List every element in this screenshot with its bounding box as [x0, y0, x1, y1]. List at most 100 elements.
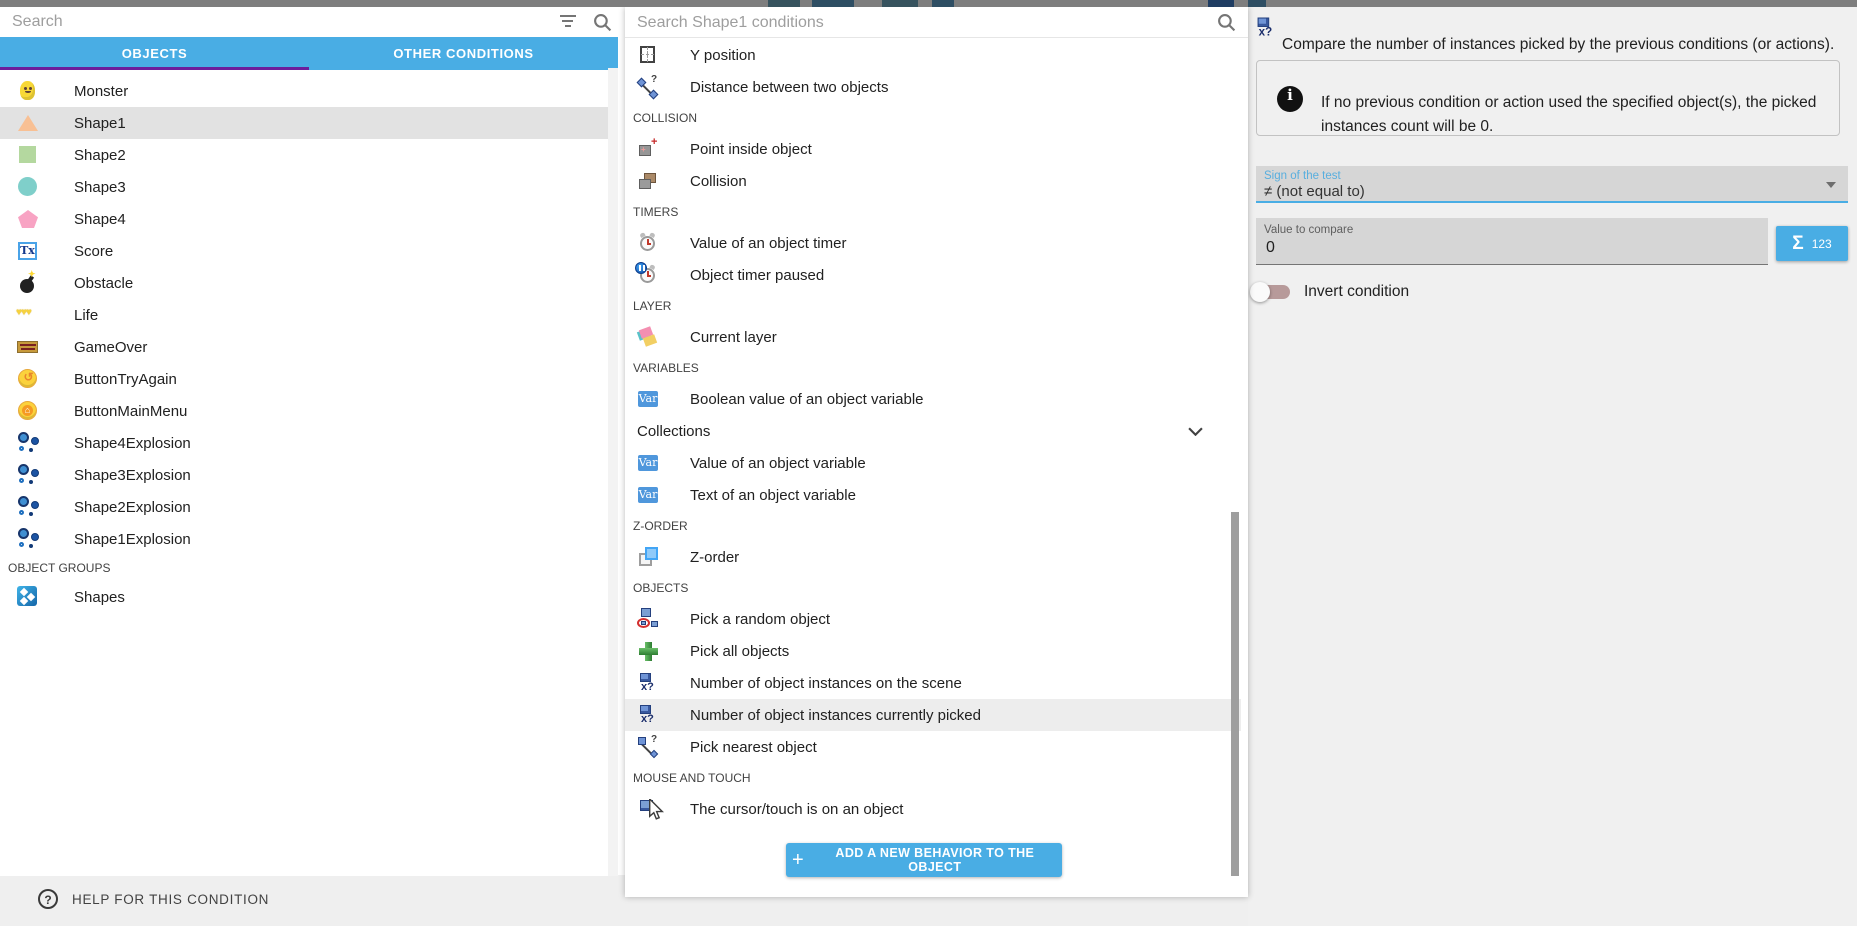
search-icon — [1217, 13, 1236, 32]
sign-of-test-label: Sign of the test — [1264, 170, 1341, 182]
filter-icon[interactable] — [560, 14, 578, 28]
condition-item[interactable]: The cursor/touch is on an object — [625, 793, 1241, 825]
triangle-icon — [16, 111, 40, 135]
condition-search-input[interactable] — [635, 11, 1195, 35]
object-item[interactable]: ↺ButtonTryAgain — [0, 363, 608, 395]
tab-bar: OBJECTS OTHER CONDITIONS — [0, 37, 618, 70]
condition-item[interactable]: Pick a random object — [625, 603, 1241, 635]
home-icon: ⌂ — [16, 399, 40, 423]
object-list: MonsterShape1Shape2Shape3Shape4TxScore✦O… — [0, 75, 608, 555]
condition-item[interactable]: Object timer paused — [625, 259, 1241, 291]
explosion-icon — [16, 495, 40, 519]
section-header: TIMERS — [625, 197, 1241, 227]
info-box: i If no previous condition or action use… — [1256, 60, 1840, 136]
object-item[interactable]: ✦Obstacle — [0, 267, 608, 299]
value-to-compare-label: Value to compare — [1264, 224, 1353, 236]
section-header: MOUSE AND TOUCH — [625, 763, 1241, 793]
condition-search-bar — [625, 7, 1248, 38]
info-icon: i — [1277, 86, 1303, 112]
condition-item[interactable]: Z-order — [625, 541, 1241, 573]
condition-subgroup[interactable]: Collections — [625, 415, 1241, 447]
expression-editor-button[interactable]: Σ 123 — [1776, 226, 1848, 261]
condition-editor-panel: x? Compare the number of instances picke… — [1248, 7, 1857, 926]
circle-icon — [16, 175, 40, 199]
object-item[interactable]: Monster — [0, 75, 608, 107]
sign-of-test-value: ≠ (not equal to) — [1264, 183, 1365, 200]
tab-other-conditions[interactable]: OTHER CONDITIONS — [309, 37, 618, 70]
conditions-scrollbar-thumb[interactable] — [1231, 512, 1239, 876]
add-behavior-button[interactable]: + ADD A NEW BEHAVIOR TO THE OBJECT — [786, 843, 1062, 877]
object-item[interactable]: TxScore — [0, 235, 608, 267]
value-to-compare-field: Value to compare — [1256, 218, 1768, 265]
condition-item[interactable]: Collision — [625, 165, 1241, 197]
section-header: LAYER — [625, 291, 1241, 321]
pick-random-icon — [636, 607, 660, 631]
active-tab-underline — [0, 67, 309, 70]
distance-icon: ? — [636, 75, 660, 99]
timer-paused-icon — [636, 263, 660, 287]
value-to-compare-input[interactable] — [1264, 238, 1754, 258]
object-item[interactable]: Shape3Explosion — [0, 459, 608, 491]
section-header: VARIABLES — [625, 353, 1241, 383]
condition-item[interactable]: Pick all objects — [625, 635, 1241, 667]
hearts-icon: ♥♥♥ — [16, 303, 40, 327]
condition-item[interactable]: x?Number of object instances currently p… — [625, 699, 1241, 731]
object-item[interactable]: Shape4Explosion — [0, 427, 608, 459]
object-item[interactable]: Shape1 — [0, 107, 608, 139]
layer-icon — [636, 325, 660, 349]
condition-item[interactable]: ?Pick nearest object — [625, 731, 1241, 763]
count-icon: x? — [636, 671, 660, 695]
condition-item[interactable]: Y position — [625, 39, 1241, 71]
y-position-icon — [636, 43, 660, 67]
object-item[interactable]: ♥♥♥Life — [0, 299, 608, 331]
object-search-bar — [0, 7, 618, 37]
collision-icon — [636, 169, 660, 193]
timer-icon — [636, 231, 660, 255]
chevron-down-icon — [1188, 427, 1203, 436]
section-header: OBJECTS — [625, 573, 1241, 603]
help-icon: ? — [38, 889, 58, 909]
sign-of-test-select[interactable]: Sign of the test ≠ (not equal to) — [1256, 166, 1848, 203]
condition-description: Compare the number of instances picked b… — [1282, 34, 1848, 56]
conditions-panel: Y position?Distance between two objectsC… — [625, 7, 1248, 897]
condition-item[interactable]: x?Number of object instances on the scen… — [625, 667, 1241, 699]
background-app-strip — [0, 0, 1857, 7]
group-icon — [16, 585, 40, 609]
invert-condition-label: Invert condition — [1304, 283, 1409, 301]
text-icon: Tx — [16, 239, 40, 263]
object-item[interactable]: ⌂ButtonMainMenu — [0, 395, 608, 427]
tab-objects[interactable]: OBJECTS — [0, 37, 309, 70]
gameover-icon — [16, 335, 40, 359]
condition-item[interactable]: ++Point inside object — [625, 133, 1241, 165]
object-item[interactable]: Shape3 — [0, 171, 608, 203]
condition-item[interactable]: Value of an object timer — [625, 227, 1241, 259]
object-item[interactable]: Shape1Explosion — [0, 523, 608, 555]
plus-icon: + — [792, 850, 804, 870]
object-item[interactable]: Shape4 — [0, 203, 608, 235]
condition-item[interactable]: ?Distance between two objects — [625, 71, 1241, 103]
var-icon: Var — [636, 387, 660, 411]
condition-item[interactable]: VarText of an object variable — [625, 479, 1241, 511]
object-item[interactable]: Shape2 — [0, 139, 608, 171]
square-icon — [16, 143, 40, 167]
bomb-icon: ✦ — [16, 271, 40, 295]
object-search-input[interactable] — [10, 10, 530, 34]
help-button[interactable]: ? HELP FOR THIS CONDITION — [38, 889, 269, 909]
condition-item[interactable]: Current layer — [625, 321, 1241, 353]
explosion-icon — [16, 463, 40, 487]
condition-item[interactable]: VarBoolean value of an object variable — [625, 383, 1241, 415]
object-item[interactable]: Shape2Explosion — [0, 491, 608, 523]
invert-condition-toggle[interactable] — [1250, 280, 1294, 304]
var-icon: Var — [636, 483, 660, 507]
monster-icon — [16, 79, 40, 103]
left-panel-scrollbar[interactable] — [608, 68, 618, 876]
section-header: Z-ORDER — [625, 511, 1241, 541]
instances-count-icon: x? — [1253, 15, 1278, 40]
pentagon-icon — [16, 207, 40, 231]
section-header: COLLISION — [625, 103, 1241, 133]
condition-list: Y position?Distance between two objectsC… — [625, 39, 1248, 825]
info-text: If no previous condition or action used … — [1321, 91, 1821, 139]
condition-item[interactable]: VarValue of an object variable — [625, 447, 1241, 479]
object-group-item[interactable]: Shapes — [0, 581, 608, 613]
object-item[interactable]: GameOver — [0, 331, 608, 363]
